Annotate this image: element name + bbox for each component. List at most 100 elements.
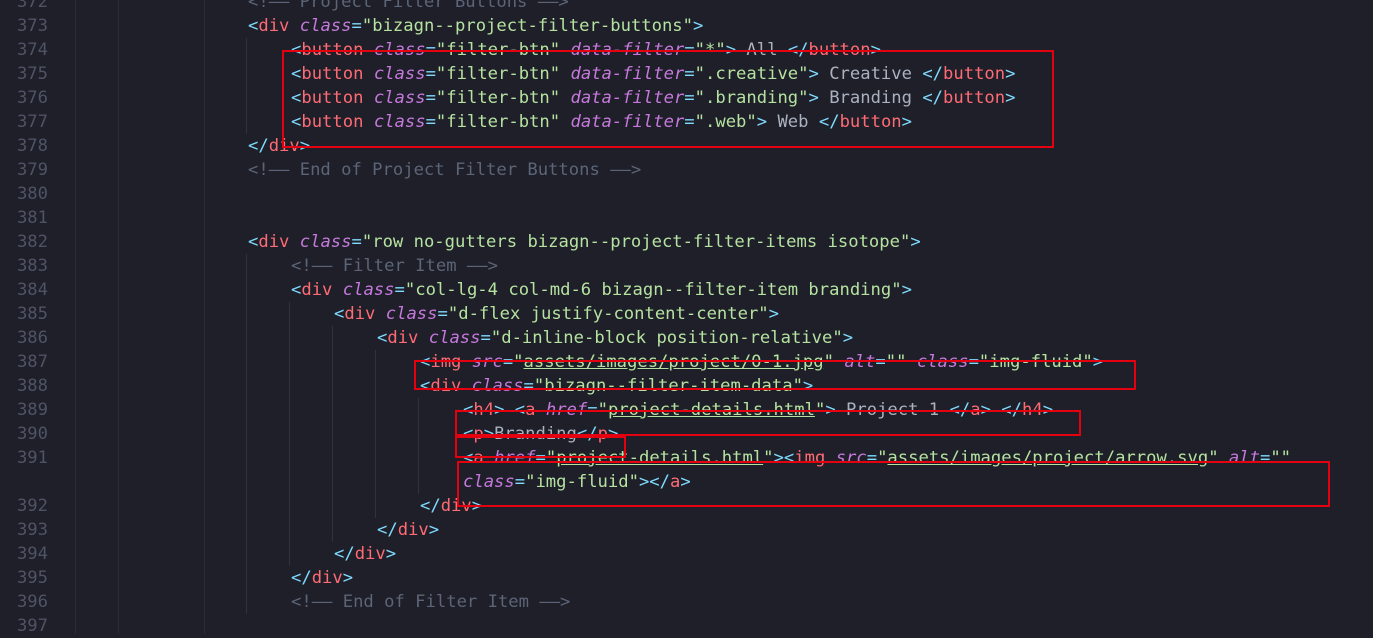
- indent-guide: [289, 518, 290, 542]
- indent-guide: [289, 326, 290, 350]
- code-token: =: [875, 352, 886, 372]
- code-line[interactable]: 382 <div class="row no-gutters bizagn--pr…: [0, 230, 1373, 254]
- line-number: 379: [16, 160, 48, 180]
- indent-guide: [246, 254, 247, 278]
- code-line[interactable]: 397: [0, 614, 1373, 638]
- code-token: >: [494, 400, 505, 420]
- code-token: class: [342, 280, 395, 300]
- code-token: <: [291, 88, 302, 108]
- code-line[interactable]: 386 <div class="d-inline-block position-r…: [0, 326, 1373, 350]
- code-line[interactable]: 393 </div>: [0, 518, 1373, 542]
- code-token: div: [430, 376, 462, 396]
- line-number: 383: [16, 256, 48, 276]
- code-line[interactable]: 391 <a href="project-details.html"><img s…: [0, 446, 1373, 470]
- code-token: >: [808, 64, 819, 84]
- code-token: data-filter: [570, 112, 685, 132]
- indent-guide: [246, 62, 247, 86]
- code-line[interactable]: 395 </div>: [0, 566, 1373, 590]
- code-token: =: [502, 352, 514, 372]
- code-line[interactable]: 377 <button class="filter-btn" data-filte…: [0, 110, 1373, 134]
- code-line[interactable]: 374 <button class="filter-btn" data-filte…: [0, 38, 1373, 62]
- code-token: a: [473, 448, 484, 468]
- code-line[interactable]: 380: [0, 182, 1373, 206]
- code-token: "col-lg-4 col-md-6 bizagn--filter-item b…: [404, 280, 902, 300]
- code-token: Project 1: [835, 400, 950, 420]
- code-line[interactable]: 373 <div class="bizagn--project-filter-bu…: [0, 14, 1373, 38]
- code-token: <: [463, 424, 474, 444]
- code-line[interactable]: 375 <button class="filter-btn" data-filte…: [0, 62, 1373, 86]
- code-token: =: [394, 280, 405, 300]
- line-number: 392: [16, 496, 48, 516]
- code-token: >: [428, 520, 440, 540]
- code-line[interactable]: 387 <img src="assets/images/project/0-1.j…: [0, 350, 1373, 374]
- code-line[interactable]: 372 <!—— Project Filter Buttons ——>: [0, 0, 1373, 14]
- code-token: data-filter: [570, 64, 685, 84]
- code-line[interactable]: 394 </div>: [0, 542, 1373, 566]
- code-token: <: [783, 448, 795, 468]
- code-token: div: [397, 520, 429, 540]
- indent-guide: [246, 398, 247, 422]
- line-number: 396: [16, 592, 48, 612]
- code-token: <!—— End of Filter Item ——>: [291, 592, 571, 612]
- code-token: <!—— End of Project Filter Buttons ——>: [248, 160, 642, 180]
- code-line[interactable]: 384 <div class="col-lg-4 col-md-6 bizagn-…: [0, 278, 1373, 302]
- line-number: 391: [16, 448, 48, 468]
- code-token: "filter-btn": [435, 64, 561, 84]
- code-line[interactable]: 388 <div class="bizagn--filter-item-data"…: [0, 374, 1373, 398]
- code-token: ": [763, 448, 774, 468]
- code-token: All: [736, 40, 788, 60]
- code-token: =: [684, 40, 695, 60]
- line-number: 372: [16, 0, 48, 12]
- code-token: button: [839, 112, 902, 132]
- code-line[interactable]: 376 <button class="filter-btn" data-filte…: [0, 86, 1373, 110]
- code-token: >: [483, 424, 495, 444]
- code-text: <!—— Filter Item ——>: [291, 254, 498, 278]
- code-token: =: [480, 328, 491, 348]
- code-editor[interactable]: 372 <!—— Project Filter Buttons ——> 373 <di…: [0, 0, 1373, 638]
- indent-guide: [289, 470, 290, 494]
- code-line[interactable]: class="img-fluid"></a>: [0, 470, 1373, 494]
- code-token: ".web": [694, 112, 757, 132]
- indent-guide: [289, 350, 290, 374]
- indent-guide: [289, 542, 290, 566]
- code-text: </div>: [248, 134, 310, 158]
- code-token: alt: [1228, 448, 1260, 468]
- code-line[interactable]: 389 <h4> <a href="project-details.html"> …: [0, 398, 1373, 422]
- code-line[interactable]: 378 </div>: [0, 134, 1373, 158]
- indent-guide: [418, 446, 419, 470]
- code-text: </div>: [291, 566, 353, 590]
- code-line[interactable]: 392 </div>: [0, 494, 1373, 518]
- code-line[interactable]: 390 <p>Branding</p>: [0, 422, 1373, 446]
- code-token: <: [291, 280, 302, 300]
- code-line[interactable]: 396 <!—— End of Filter Item ——>: [0, 590, 1373, 614]
- code-token: data-filter: [570, 40, 685, 60]
- code-token: <: [463, 448, 474, 468]
- code-line[interactable]: 381: [0, 206, 1373, 230]
- code-token: a: [670, 472, 681, 492]
- code-token: >: [825, 400, 836, 420]
- code-text: <div class="row no-gutters bizagn--proje…: [248, 230, 921, 254]
- code-token: button: [301, 88, 364, 108]
- code-token: Branding: [818, 88, 923, 108]
- code-token: class: [428, 328, 481, 348]
- code-token: >: [385, 544, 397, 564]
- code-token: >: [910, 232, 921, 252]
- code-token: ".branding": [694, 88, 809, 108]
- indent-guide: [332, 398, 333, 422]
- indent-guide: [246, 590, 247, 614]
- indent-guide: [246, 38, 247, 62]
- code-line[interactable]: 379 <!—— End of Project Filter Buttons ——…: [0, 158, 1373, 182]
- code-token: "": [1270, 448, 1292, 468]
- code-token: <: [420, 352, 431, 372]
- code-line[interactable]: 383 <!—— Filter Item ——>: [0, 254, 1373, 278]
- code-token: "filter-btn": [435, 40, 561, 60]
- code-line[interactable]: 385 <div class="d-flex justify-content-ce…: [0, 302, 1373, 326]
- code-token: p: [597, 424, 608, 444]
